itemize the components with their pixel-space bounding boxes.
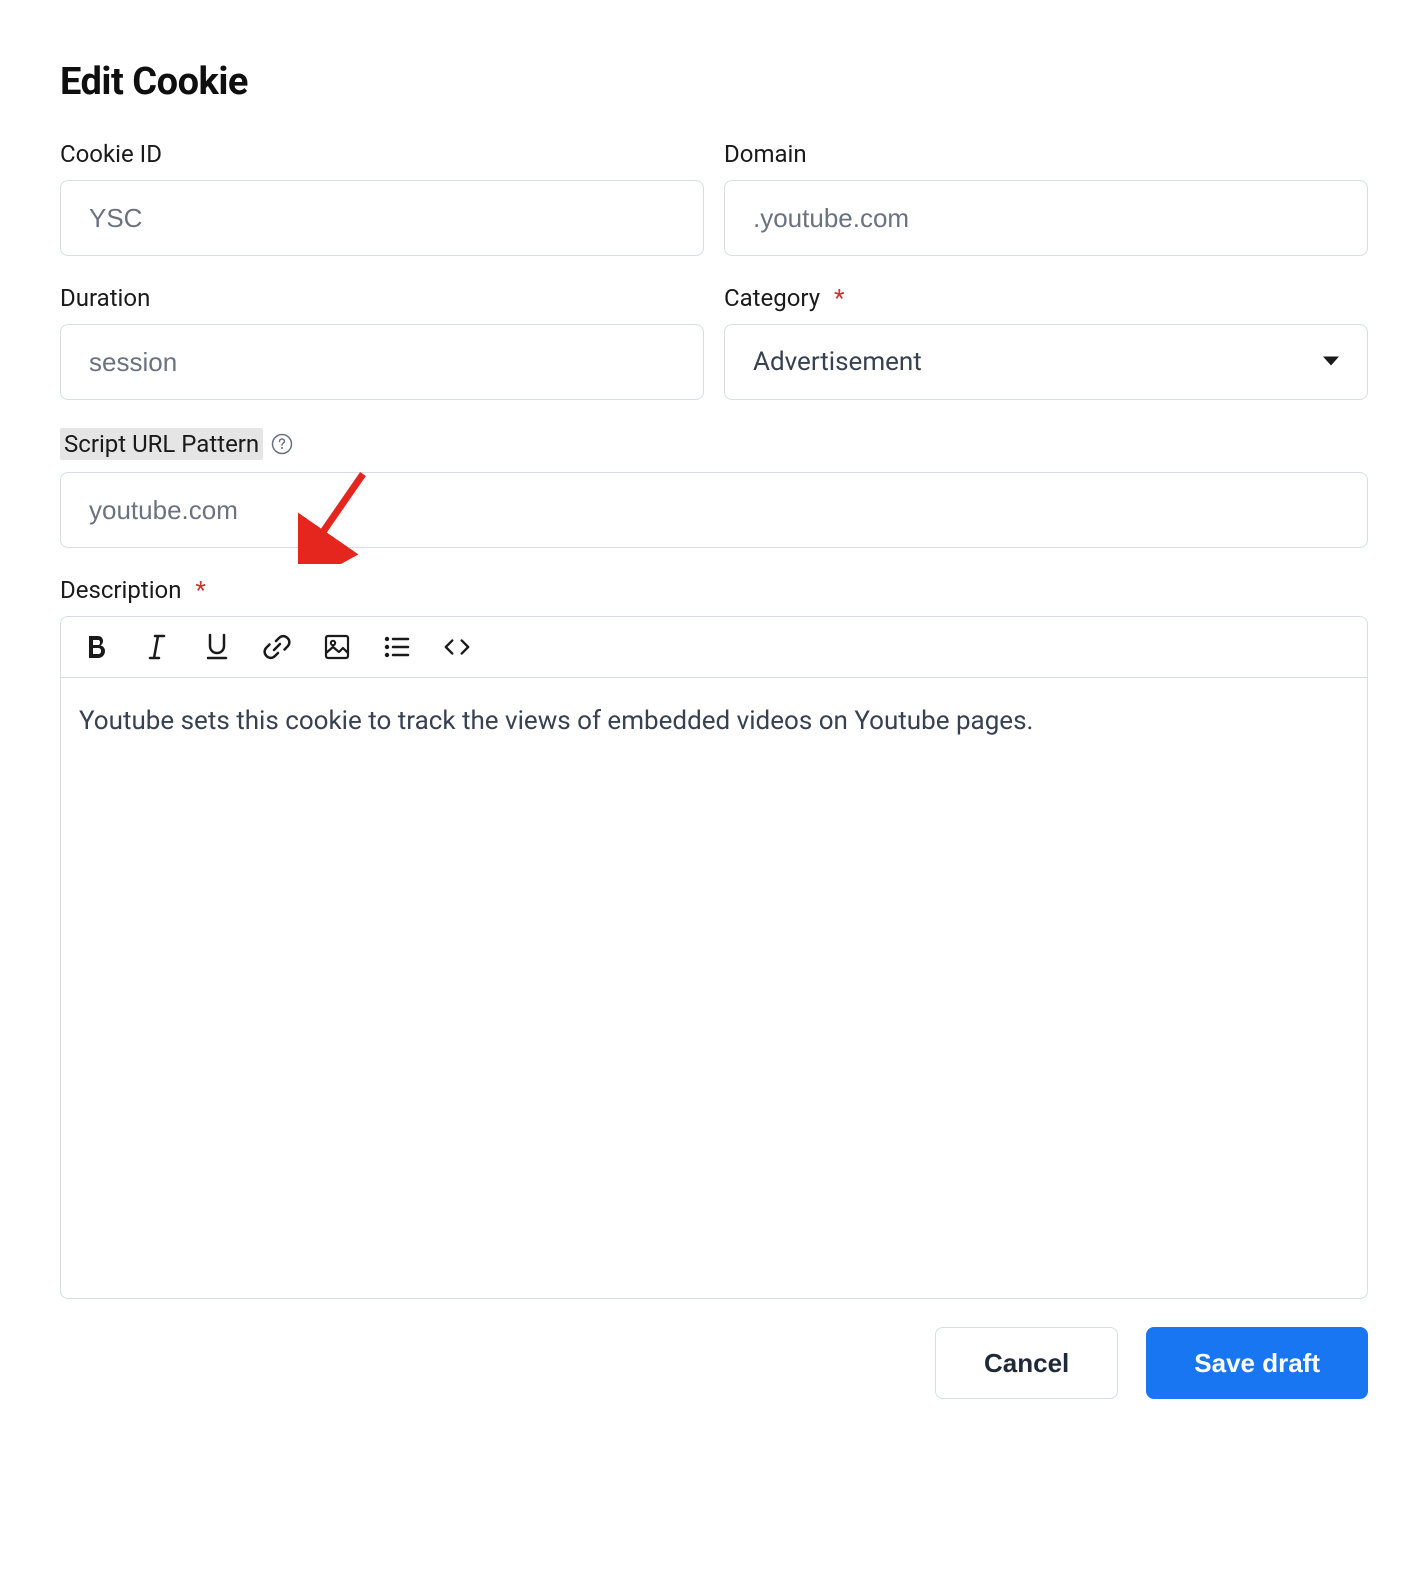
code-icon[interactable] — [443, 633, 471, 661]
script-url-pattern-field: Script URL Pattern — [60, 428, 1368, 548]
category-label-text: Category — [724, 284, 820, 312]
link-icon[interactable] — [263, 633, 291, 661]
list-icon[interactable] — [383, 633, 411, 661]
cookie-id-label: Cookie ID — [60, 140, 704, 168]
required-indicator: * — [834, 284, 844, 312]
modal-title: Edit Cookie — [60, 60, 1368, 104]
script-url-pattern-label: Script URL Pattern — [60, 428, 1368, 460]
save-draft-button[interactable]: Save draft — [1146, 1327, 1368, 1399]
italic-icon[interactable] — [143, 633, 171, 661]
domain-label: Domain — [724, 140, 1368, 168]
category-select-value: Advertisement — [753, 347, 922, 377]
image-icon[interactable] — [323, 633, 351, 661]
description-text: Youtube sets this cookie to track the vi… — [79, 706, 1033, 736]
script-url-pattern-label-text: Script URL Pattern — [60, 428, 263, 460]
category-label: Category * — [724, 284, 1368, 312]
description-label: Description * — [60, 576, 1368, 604]
description-textarea[interactable]: Youtube sets this cookie to track the vi… — [61, 678, 1367, 1298]
description-editor: Youtube sets this cookie to track the vi… — [60, 616, 1368, 1299]
cancel-button[interactable]: Cancel — [935, 1327, 1118, 1399]
duration-input[interactable] — [60, 324, 704, 400]
description-label-text: Description — [60, 576, 182, 604]
form-row-1: Cookie ID Domain — [60, 140, 1368, 256]
bold-icon[interactable] — [83, 633, 111, 661]
edit-cookie-modal: Edit Cookie Cookie ID Domain Duration Ca… — [60, 60, 1368, 1399]
domain-input[interactable] — [724, 180, 1368, 256]
button-row: Cancel Save draft — [60, 1327, 1368, 1399]
help-icon[interactable] — [271, 433, 293, 455]
cookie-id-field: Cookie ID — [60, 140, 704, 256]
script-url-pattern-input[interactable] — [60, 472, 1368, 548]
duration-label: Duration — [60, 284, 704, 312]
description-field: Description * — [60, 576, 1368, 1299]
required-indicator: * — [196, 576, 206, 604]
category-select[interactable]: Advertisement — [724, 324, 1368, 400]
form-row-2: Duration Category * Advertisement — [60, 284, 1368, 400]
category-select-wrapper: Advertisement — [724, 324, 1368, 400]
duration-field: Duration — [60, 284, 704, 400]
cookie-id-input[interactable] — [60, 180, 704, 256]
underline-icon[interactable] — [203, 633, 231, 661]
category-field: Category * Advertisement — [724, 284, 1368, 400]
editor-toolbar — [61, 617, 1367, 678]
domain-field: Domain — [724, 140, 1368, 256]
